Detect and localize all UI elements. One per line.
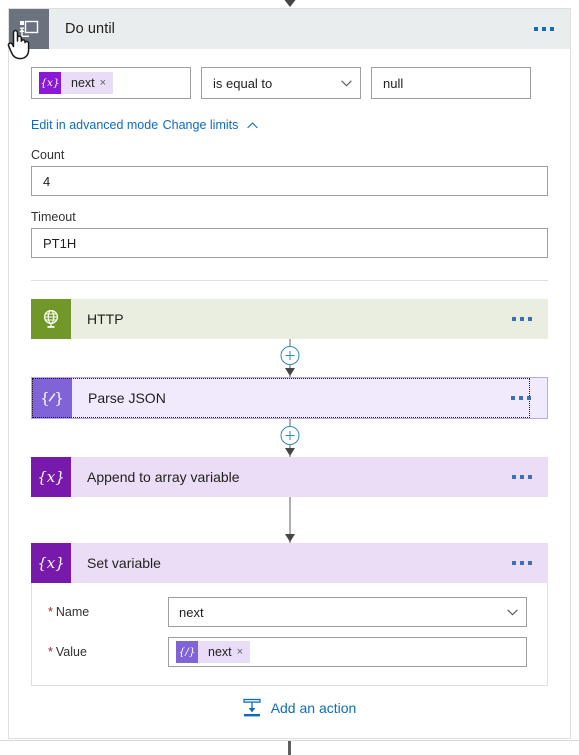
parse-json-token-label: next [208,645,232,659]
parse-json-token[interactable]: {/} next × [176,641,251,663]
variable-icon: {x} [31,543,71,583]
condition-operator-select[interactable]: is equal to [201,67,361,99]
ellipsis-dot [534,27,538,31]
do-until-menu-button[interactable] [534,27,554,31]
action-card-http[interactable]: HTTP [31,299,548,339]
count-label: Count [31,148,65,162]
svg-text:{x}: {x} [38,554,64,572]
arrow-down-icon [284,368,295,376]
timeout-input[interactable]: PT1H [31,228,548,258]
change-limits-label: Change limits [162,118,239,132]
count-input[interactable]: 4 [31,166,548,196]
ellipsis-dot [520,475,524,479]
connector-parsejson-to-append [31,419,548,457]
do-until-loop-icon [9,9,49,49]
ellipsis-dot [512,475,516,479]
action-card-append-title: Append to array variable [71,457,548,497]
variable-token-label: next [71,76,95,90]
count-field: Count 4 [31,148,548,196]
action-card-parse-json-menu-button[interactable] [511,396,531,400]
set-variable-name-row: * Name next [48,597,527,627]
ellipsis-dot [511,396,515,400]
ellipsis-dot [550,27,554,31]
variable-token-icon: {x} [39,72,61,94]
action-card-http-menu-button[interactable] [512,317,532,321]
action-card-append-to-array-variable[interactable]: {x} Append to array variable [31,457,548,497]
incoming-arrow-icon [284,0,296,7]
action-card-parse-json-title: Parse JSON [88,390,166,406]
parse-json-icon: { } [32,378,72,418]
set-variable-parameters: * Name next * Value {/} next × [31,583,548,686]
remove-token-icon[interactable]: × [100,77,113,89]
timeout-label: Timeout [31,210,76,224]
action-card-http-title: HTTP [71,299,548,339]
ellipsis-dot [520,317,524,321]
add-an-action-label: Add an action [270,700,357,716]
count-value: 4 [43,173,51,189]
do-until-scope-card[interactable]: Do until {x} next × is equal to null Edi… [8,8,571,739]
ellipsis-dot [528,317,532,321]
svg-text:{x}: {x} [38,468,64,486]
required-marker: * [48,645,53,659]
condition-right-value: null [383,75,404,91]
chevron-down-icon [341,79,352,86]
timeout-field: Timeout PT1H [31,210,548,258]
connector-append-to-setvariable [31,497,548,543]
do-until-title: Do until [65,21,115,37]
condition-left-input[interactable]: {x} next × [31,67,191,99]
action-card-set-variable-title: Set variable [71,543,548,583]
ellipsis-dot [512,561,516,565]
variable-icon: {x} [31,457,71,497]
ellipsis-dot [528,475,532,479]
until-condition-row: {x} next × is equal to null [31,67,548,99]
condition-right-input[interactable]: null [371,67,531,99]
value-label-text: Value [55,645,87,659]
flow-designer-canvas: Do until {x} next × is equal to null Edi… [0,0,579,755]
add-an-action-button[interactable]: Add an action [9,697,579,719]
chevron-up-icon [247,121,259,128]
variable-token[interactable]: {x} next × [39,72,114,94]
ellipsis-dot [520,561,524,565]
action-card-set-variable-menu-button[interactable] [512,561,532,565]
plus-circle-icon[interactable] [280,426,299,445]
nested-actions-list: HTTP { } Parse JSON {x} Append to array … [9,299,570,686]
action-card-parse-json[interactable]: { } Parse JSON [31,377,548,419]
set-variable-name-select[interactable]: next [168,597,527,627]
section-divider [31,280,548,281]
chevron-down-icon [507,608,518,615]
arrow-down-icon [284,448,295,456]
plus-circle-icon[interactable] [280,346,299,365]
ellipsis-dot [542,27,546,31]
set-variable-name-value: next [179,604,204,620]
do-until-body: {x} next × is equal to null Edit in adva… [9,67,570,281]
action-card-append-menu-button[interactable] [512,475,532,479]
remove-token-icon[interactable]: × [237,646,250,658]
set-variable-value-input[interactable]: {/} next × [168,637,527,667]
change-limits-link[interactable]: Change limits [163,118,259,132]
required-marker: * [48,605,53,619]
arrow-down-icon [284,534,295,542]
set-variable-value-row: * Value {/} next × [48,637,527,667]
parse-json-token-icon: {/} [176,641,198,663]
ellipsis-dot [528,561,532,565]
connector-http-to-parsejson [31,339,548,377]
outgoing-connector-line [288,741,291,755]
do-until-header[interactable]: Do until [9,9,570,49]
edit-in-advanced-mode-link[interactable]: Edit in advanced mode [31,118,158,132]
insert-action-icon [243,698,261,717]
globe-http-icon [31,299,71,339]
set-variable-value-label: * Value [48,645,168,659]
ellipsis-dot [512,317,516,321]
timeout-value: PT1H [43,235,77,251]
action-card-set-variable[interactable]: {x} Set variable [31,543,548,583]
set-variable-name-label: * Name [48,605,168,619]
ellipsis-dot [527,396,531,400]
condition-operator-value: is equal to [213,75,273,91]
name-label-text: Name [55,605,90,619]
ellipsis-dot [519,396,523,400]
